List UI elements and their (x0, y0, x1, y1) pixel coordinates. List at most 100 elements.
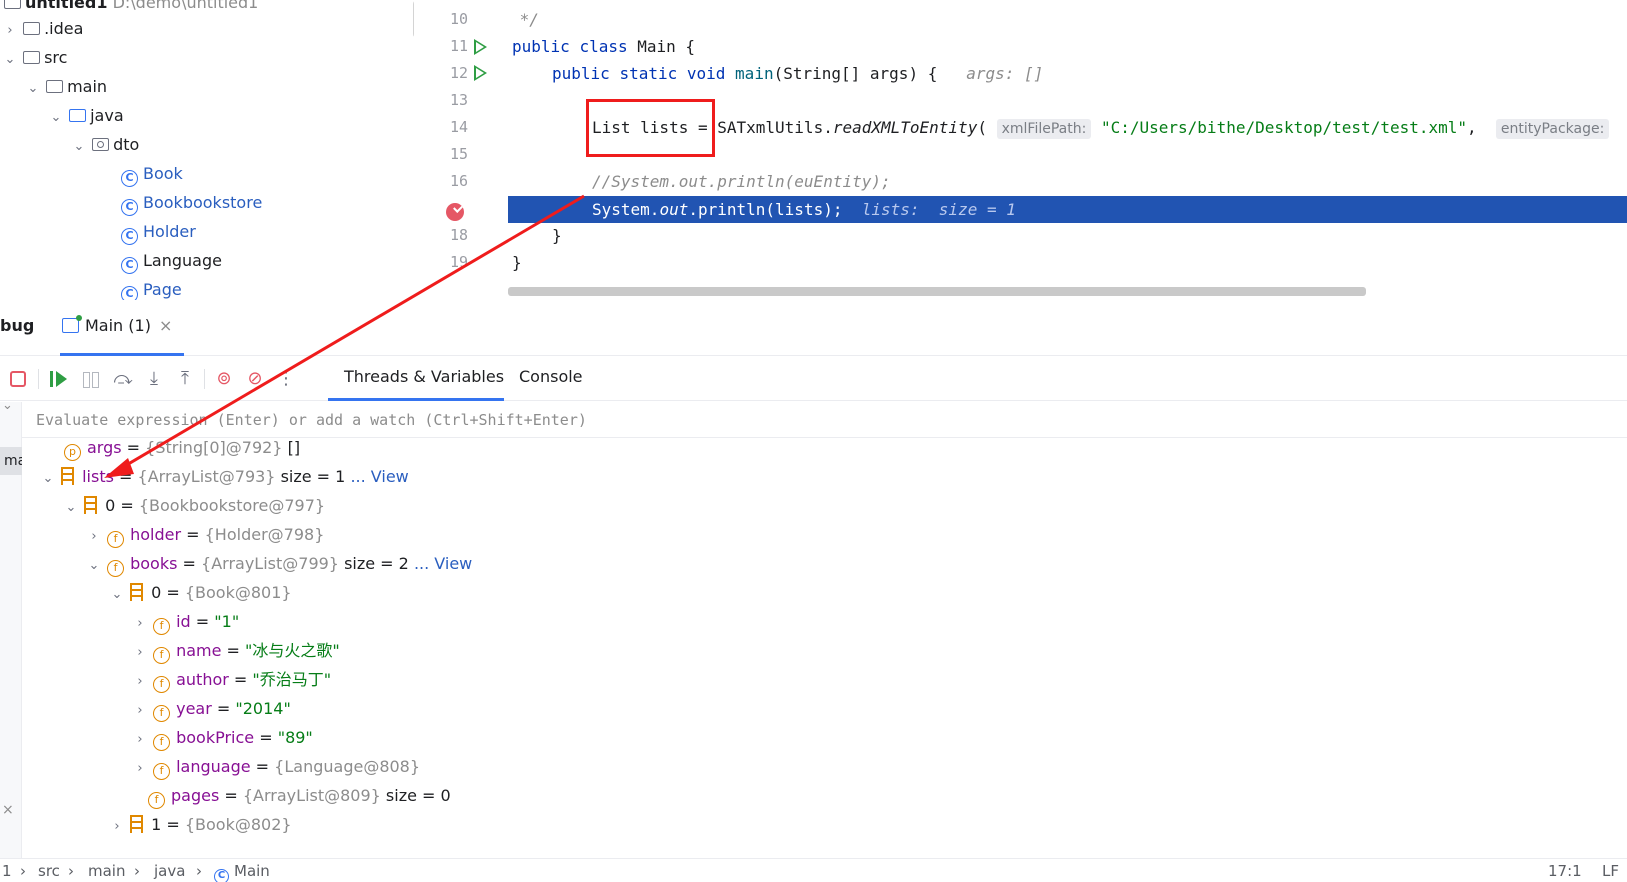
var-value: {ArrayList@793} (137, 467, 276, 486)
chevron-right-icon[interactable]: › (2, 16, 18, 46)
tree-item-bookbookstore[interactable]: C Bookbookstore (121, 188, 262, 218)
var-eq: = (219, 786, 243, 805)
variable-row-author[interactable]: › f author = "乔治马丁" (132, 665, 331, 695)
chevron-down-icon[interactable]: ⌄ (86, 551, 102, 581)
run-gutter-icon[interactable] (474, 39, 487, 55)
variable-row-language[interactable]: › f language = {Language@808} (132, 752, 420, 782)
variable-row-books[interactable]: ⌄ f books = {ArrayList@799} size = 2 ... … (86, 549, 472, 579)
breadcrumb-label: Main (234, 862, 270, 880)
tree-item-src[interactable]: ⌄ src (2, 43, 68, 75)
close-icon[interactable]: × (159, 316, 172, 335)
run-config-icon (62, 315, 82, 333)
variable-row-name[interactable]: › f name = "冰与火之歌" (132, 636, 340, 666)
variable-row-book-1[interactable]: › 1 = {Book@802} (109, 810, 292, 840)
keyword: public (512, 37, 570, 56)
tree-item-dto[interactable]: ⌄ dto (71, 130, 140, 162)
tree-item-holder[interactable]: C Holder (121, 217, 196, 247)
step-over-icon[interactable]: ⤼ (113, 369, 133, 389)
mute-breakpoints-icon[interactable]: ⊘ (245, 369, 265, 389)
variable-row-lists[interactable]: ⌄ lists = {ArrayList@793} size = 1 ... V… (40, 462, 409, 492)
breadcrumb-item[interactable]: java (154, 859, 185, 882)
chevron-right-icon[interactable]: › (132, 754, 148, 784)
variable-row-year[interactable]: › f year = "2014" (132, 694, 291, 724)
tab-console[interactable]: Console (519, 367, 583, 386)
variable-row-0[interactable]: ⌄ 0 = {Bookbookstore@797} (63, 491, 325, 521)
breadcrumb-item[interactable]: 1 (2, 859, 12, 882)
chevron-down-icon[interactable]: ⌄ (40, 464, 56, 494)
tree-item-label: Book (143, 164, 183, 183)
class-icon: C (121, 228, 138, 245)
chevron-right-icon[interactable]: › (109, 812, 125, 842)
step-out-icon[interactable]: ⤒ (175, 369, 195, 389)
tree-item-label: Bookbookstore (143, 193, 263, 212)
field-icon: f (153, 734, 171, 751)
chevron-down-icon[interactable]: ⌄ (25, 74, 41, 104)
code-line-17: System.out.println(lists); lists: size =… (592, 196, 1016, 223)
chevron-right-icon[interactable]: › (132, 696, 148, 726)
code-text: , (1467, 118, 1477, 137)
tree-item-language[interactable]: C Language (121, 246, 222, 276)
pause-icon[interactable] (80, 369, 100, 389)
chevron-right-icon[interactable]: › (132, 609, 148, 639)
chevron-down-icon[interactable]: ⌄ (71, 132, 87, 162)
variable-row-bookprice[interactable]: › f bookPrice = "89" (132, 723, 313, 753)
chevron-down-icon[interactable]: ⌄ (2, 45, 18, 75)
caret-position[interactable]: 17:1 (1548, 859, 1582, 882)
tree-item-label: .idea (44, 19, 84, 38)
close-icon[interactable]: × (2, 802, 14, 818)
resume-icon[interactable] (48, 369, 68, 389)
chevron-down-icon[interactable]: ⌄ (109, 580, 125, 610)
tree-item-main[interactable]: ⌄ main (25, 72, 108, 104)
chevron-right-icon[interactable]: › (132, 667, 148, 697)
stop-icon[interactable] (10, 371, 26, 387)
var-eq: = (228, 670, 253, 689)
string-literal: "C:/Users/bithe/Desktop/test/test.xml" (1100, 118, 1468, 137)
breadcrumb-item-main[interactable]: C Main (214, 859, 270, 882)
chevron-down-icon[interactable]: ⌄ (63, 493, 79, 523)
breakpoint-icon[interactable] (446, 203, 464, 221)
view-breakpoints-icon[interactable]: ⊚ (214, 369, 234, 389)
active-tab-indicator (60, 353, 184, 356)
code-line-10: */ (510, 10, 539, 29)
frame-item[interactable]: ma (0, 447, 22, 475)
variable-row-pages[interactable]: f pages = {ArrayList@809} size = 0 (148, 781, 451, 811)
line-number: 11 (449, 37, 468, 55)
variable-row-book-0[interactable]: ⌄ 0 = {Book@801} (109, 578, 292, 608)
debug-session-tab[interactable]: Main (1) × (62, 315, 172, 335)
tree-item-java[interactable]: ⌄ java (48, 101, 124, 131)
var-name: author (176, 670, 229, 689)
breadcrumb-item[interactable]: main (88, 859, 125, 882)
var-eq: = (211, 699, 236, 718)
tree-item-idea[interactable]: › .idea (2, 14, 83, 44)
field-icon: f (107, 531, 125, 548)
field-icon: f (153, 647, 171, 664)
variable-row-args[interactable]: p args = {String[0]@792} [] (64, 433, 300, 463)
tree-item-page[interactable]: C Page (121, 275, 182, 300)
line-separator[interactable]: LF (1602, 859, 1619, 882)
line-number: 10 (449, 10, 468, 28)
more-icon[interactable]: ⋮ (276, 369, 296, 389)
folder-icon (23, 22, 41, 35)
var-name: 0 (151, 583, 162, 602)
list-icon (130, 583, 144, 601)
breadcrumb-item[interactable]: src (38, 859, 60, 882)
step-into-icon[interactable]: ⤓ (144, 369, 164, 389)
view-link[interactable]: ... View (414, 554, 472, 573)
code-line-14: List lists = SATxmlUtils.readXMLToEntity… (592, 114, 1610, 141)
variable-row-holder[interactable]: › f holder = {Holder@798} (86, 520, 324, 550)
editor-horizontal-scrollbar[interactable] (508, 287, 1366, 296)
line-number: 19 (449, 253, 468, 271)
variable-row-id[interactable]: › f id = "1" (132, 607, 239, 637)
var-value: {ArrayList@809} (242, 786, 381, 805)
chevron-right-icon[interactable]: › (132, 638, 148, 668)
run-gutter-icon[interactable] (474, 65, 487, 81)
view-link[interactable]: ... View (350, 467, 408, 486)
chevron-down-icon[interactable]: ⌄ (2, 398, 13, 413)
chevron-right-icon[interactable]: › (132, 725, 148, 755)
tree-item-book[interactable]: C Book (121, 159, 183, 189)
field-icon: f (153, 763, 171, 780)
project-scrollbar[interactable] (413, 0, 414, 38)
chevron-right-icon[interactable]: › (86, 522, 102, 552)
chevron-down-icon[interactable]: ⌄ (48, 103, 64, 133)
tab-threads-variables[interactable]: Threads & Variables (344, 367, 504, 386)
